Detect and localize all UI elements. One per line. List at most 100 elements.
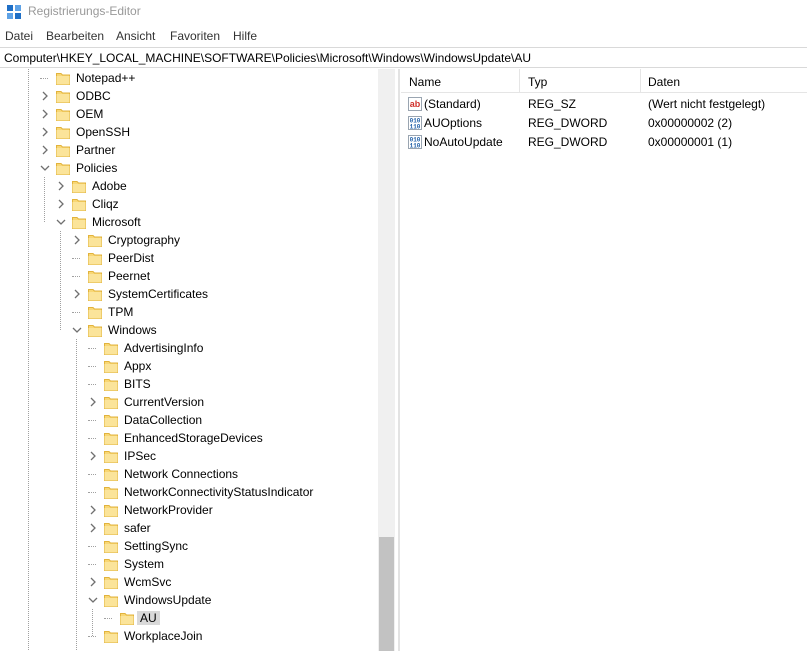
value-name: AUOptions bbox=[424, 116, 483, 130]
tree-item-label: Cliqz bbox=[92, 197, 119, 211]
string-value-icon: ab bbox=[408, 97, 422, 111]
chevron-right-icon[interactable] bbox=[86, 502, 100, 518]
pane-splitter[interactable] bbox=[398, 69, 400, 651]
tree-item-label: NetworkProvider bbox=[124, 503, 213, 517]
tree-item-workplacejoin[interactable]: WorkplaceJoin bbox=[0, 627, 378, 645]
chevron-down-icon[interactable] bbox=[38, 160, 52, 176]
tree-item-datacollection[interactable]: DataCollection bbox=[0, 411, 378, 429]
menu-favoriten[interactable]: Favoriten bbox=[170, 29, 220, 43]
column-divider[interactable] bbox=[519, 69, 520, 93]
tree-item-adobe[interactable]: Adobe bbox=[0, 177, 378, 195]
tree-item-notepad-[interactable]: Notepad++ bbox=[0, 69, 378, 87]
address-bar[interactable]: Computer\HKEY_LOCAL_MACHINE\SOFTWARE\Pol… bbox=[0, 47, 807, 68]
chevron-right-icon[interactable] bbox=[70, 286, 84, 302]
menu-hilfe[interactable]: Hilfe bbox=[233, 29, 257, 43]
value-data: (Wert nicht festgelegt) bbox=[648, 97, 766, 111]
chevron-down-icon[interactable] bbox=[70, 322, 84, 338]
column-header-type[interactable]: Typ bbox=[528, 75, 547, 89]
value-row[interactable]: 010 110 AUOptions REG_DWORD 0x00000002 (… bbox=[401, 113, 807, 132]
tree-item-label: TPM bbox=[108, 305, 134, 319]
tree-item-windows[interactable]: Windows bbox=[0, 321, 378, 339]
value-data: 0x00000001 (1) bbox=[648, 135, 733, 149]
folder-icon bbox=[56, 109, 70, 121]
tree-item-label: CurrentVersion bbox=[124, 395, 205, 409]
folder-icon bbox=[72, 181, 86, 193]
menu-datei[interactable]: Datei bbox=[5, 29, 33, 43]
tree-item-systemcertificates[interactable]: SystemCertificates bbox=[0, 285, 378, 303]
folder-icon bbox=[104, 415, 118, 427]
folder-icon bbox=[56, 163, 70, 175]
tree-item-cliqz[interactable]: Cliqz bbox=[0, 195, 378, 213]
folder-icon bbox=[104, 505, 118, 517]
svg-text:110: 110 bbox=[410, 143, 421, 150]
tree-item-oem[interactable]: OEM bbox=[0, 105, 378, 123]
tree-item-advertisinginfo[interactable]: AdvertisingInfo bbox=[0, 339, 378, 357]
tree-item-cryptography[interactable]: Cryptography bbox=[0, 231, 378, 249]
tree-item-peernet[interactable]: Peernet bbox=[0, 267, 378, 285]
tree-item-appx[interactable]: Appx bbox=[0, 357, 378, 375]
tree-item-partner[interactable]: Partner bbox=[0, 141, 378, 159]
tree-item-safer[interactable]: safer bbox=[0, 519, 378, 537]
tree-scrollbar[interactable] bbox=[378, 69, 395, 651]
tree-item-networkconnectivitystatusindicator[interactable]: NetworkConnectivityStatusIndicator bbox=[0, 483, 378, 501]
tree-item-wcmsvc[interactable]: WcmSvc bbox=[0, 573, 378, 591]
folder-icon bbox=[56, 73, 70, 85]
tree-item-currentversion[interactable]: CurrentVersion bbox=[0, 393, 378, 411]
title-bar: Registrierungs-Editor bbox=[0, 0, 807, 24]
menu-ansicht[interactable]: Ansicht bbox=[116, 29, 155, 43]
folder-icon bbox=[104, 541, 118, 553]
tree-item-label: WcmSvc bbox=[124, 575, 172, 589]
folder-icon bbox=[72, 199, 86, 211]
chevron-right-icon[interactable] bbox=[86, 574, 100, 590]
value-row[interactable]: 010 110 NoAutoUpdate REG_DWORD 0x0000000… bbox=[401, 132, 807, 151]
tree-item-microsoft[interactable]: Microsoft bbox=[0, 213, 378, 231]
chevron-right-icon[interactable] bbox=[38, 106, 52, 122]
column-divider[interactable] bbox=[640, 69, 641, 93]
tree-item-enhancedstoragedevices[interactable]: EnhancedStorageDevices bbox=[0, 429, 378, 447]
tree-item-openssh[interactable]: OpenSSH bbox=[0, 123, 378, 141]
chevron-right-icon[interactable] bbox=[70, 232, 84, 248]
menu-bearbeiten[interactable]: Bearbeiten bbox=[46, 29, 104, 43]
tree-item-au[interactable]: AU bbox=[0, 609, 378, 627]
folder-icon bbox=[104, 397, 118, 409]
tree-connector bbox=[40, 78, 48, 79]
chevron-down-icon[interactable] bbox=[86, 592, 100, 608]
chevron-right-icon[interactable] bbox=[86, 448, 100, 464]
binary-value-icon: 010 110 bbox=[408, 135, 422, 150]
tree-item-odbc[interactable]: ODBC bbox=[0, 87, 378, 105]
tree-item-label: Appx bbox=[124, 359, 152, 373]
tree-item-settingsync[interactable]: SettingSync bbox=[0, 537, 378, 555]
tree-item-label: SystemCertificates bbox=[108, 287, 209, 301]
value-name: NoAutoUpdate bbox=[424, 135, 503, 149]
tree-item-policies[interactable]: Policies bbox=[0, 159, 378, 177]
chevron-right-icon[interactable] bbox=[86, 520, 100, 536]
chevron-right-icon[interactable] bbox=[86, 394, 100, 410]
chevron-right-icon[interactable] bbox=[38, 124, 52, 140]
address-path[interactable]: Computer\HKEY_LOCAL_MACHINE\SOFTWARE\Pol… bbox=[4, 51, 531, 65]
folder-icon bbox=[104, 343, 118, 355]
tree-item-label: OEM bbox=[76, 107, 104, 121]
value-row[interactable]: ab (Standard) REG_SZ (Wert nicht festgel… bbox=[401, 94, 807, 113]
column-header-data[interactable]: Daten bbox=[648, 75, 680, 89]
tree-item-ipsec[interactable]: IPSec bbox=[0, 447, 378, 465]
chevron-right-icon[interactable] bbox=[54, 196, 68, 212]
tree-connector bbox=[72, 276, 80, 277]
tree-item-tpm[interactable]: TPM bbox=[0, 303, 378, 321]
chevron-right-icon[interactable] bbox=[38, 142, 52, 158]
column-header-name[interactable]: Name bbox=[409, 75, 441, 89]
tree-item-windowsupdate[interactable]: WindowsUpdate bbox=[0, 591, 378, 609]
tree-item-bits[interactable]: BITS bbox=[0, 375, 378, 393]
chevron-right-icon[interactable] bbox=[54, 178, 68, 194]
tree-connector bbox=[88, 384, 96, 385]
tree-item-system[interactable]: System bbox=[0, 555, 378, 573]
tree-item-label: Adobe bbox=[92, 179, 127, 193]
tree-item-network-connections[interactable]: Network Connections bbox=[0, 465, 378, 483]
folder-icon bbox=[104, 595, 118, 607]
chevron-right-icon[interactable] bbox=[38, 88, 52, 104]
chevron-down-icon[interactable] bbox=[54, 214, 68, 230]
tree-scrollbar-thumb[interactable] bbox=[379, 537, 394, 651]
tree-item-label: Partner bbox=[76, 143, 116, 157]
tree-item-peerdist[interactable]: PeerDist bbox=[0, 249, 378, 267]
tree-item-label: BITS bbox=[124, 377, 151, 391]
tree-item-networkprovider[interactable]: NetworkProvider bbox=[0, 501, 378, 519]
